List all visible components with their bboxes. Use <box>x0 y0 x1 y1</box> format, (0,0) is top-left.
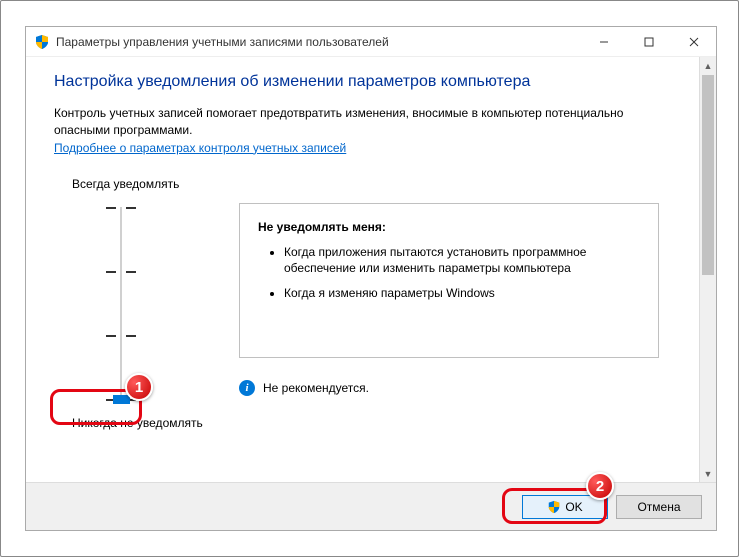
info-panel: Не уведомлять меня: Когда приложения пыт… <box>239 203 659 358</box>
scroll-up-icon[interactable]: ▲ <box>700 57 716 74</box>
info-icon: i <box>239 380 255 396</box>
outer-frame: Параметры управления учетными записями п… <box>0 0 739 557</box>
annotation-badge-1: 1 <box>125 373 153 401</box>
recommendation-row: i Не рекомендуется. <box>239 380 659 396</box>
annotation-badge-2: 2 <box>586 472 614 500</box>
scroll-down-icon[interactable]: ▼ <box>700 465 716 482</box>
info-title: Не уведомлять меня: <box>258 220 640 234</box>
learn-more-link[interactable]: Подробнее о параметрах контроля учетных … <box>54 141 346 155</box>
cancel-button[interactable]: Отмена <box>616 495 702 519</box>
vertical-scrollbar[interactable]: ▲ ▼ <box>699 57 716 482</box>
minimize-button[interactable] <box>581 27 626 56</box>
shield-icon <box>34 34 50 50</box>
titlebar: Параметры управления учетными записями п… <box>26 27 716 57</box>
slider-label-top: Всегда уведомлять <box>72 177 209 191</box>
slider-tick <box>106 335 136 337</box>
recommendation-text: Не рекомендуется. <box>263 381 369 395</box>
slider-tick <box>106 271 136 273</box>
cancel-label: Отмена <box>637 500 680 514</box>
scroll-thumb[interactable] <box>702 75 714 275</box>
page-description: Контроль учетных записей помогает предот… <box>54 105 671 139</box>
uac-slider[interactable] <box>106 203 209 408</box>
page-heading: Настройка уведомления об изменении парам… <box>54 73 671 91</box>
maximize-button[interactable] <box>626 27 671 56</box>
info-item: Когда приложения пытаются установить про… <box>284 244 640 278</box>
window-controls <box>581 27 716 56</box>
info-column: Не уведомлять меня: Когда приложения пыт… <box>239 203 659 430</box>
uac-window: Параметры управления учетными записями п… <box>25 26 717 531</box>
slider-tick <box>106 207 136 209</box>
info-item: Когда я изменяю параметры Windows <box>284 285 640 302</box>
slider-track-line <box>120 207 122 404</box>
info-list: Когда приложения пытаются установить про… <box>258 244 640 302</box>
window-title: Параметры управления учетными записями п… <box>56 35 389 49</box>
close-button[interactable] <box>671 27 716 56</box>
